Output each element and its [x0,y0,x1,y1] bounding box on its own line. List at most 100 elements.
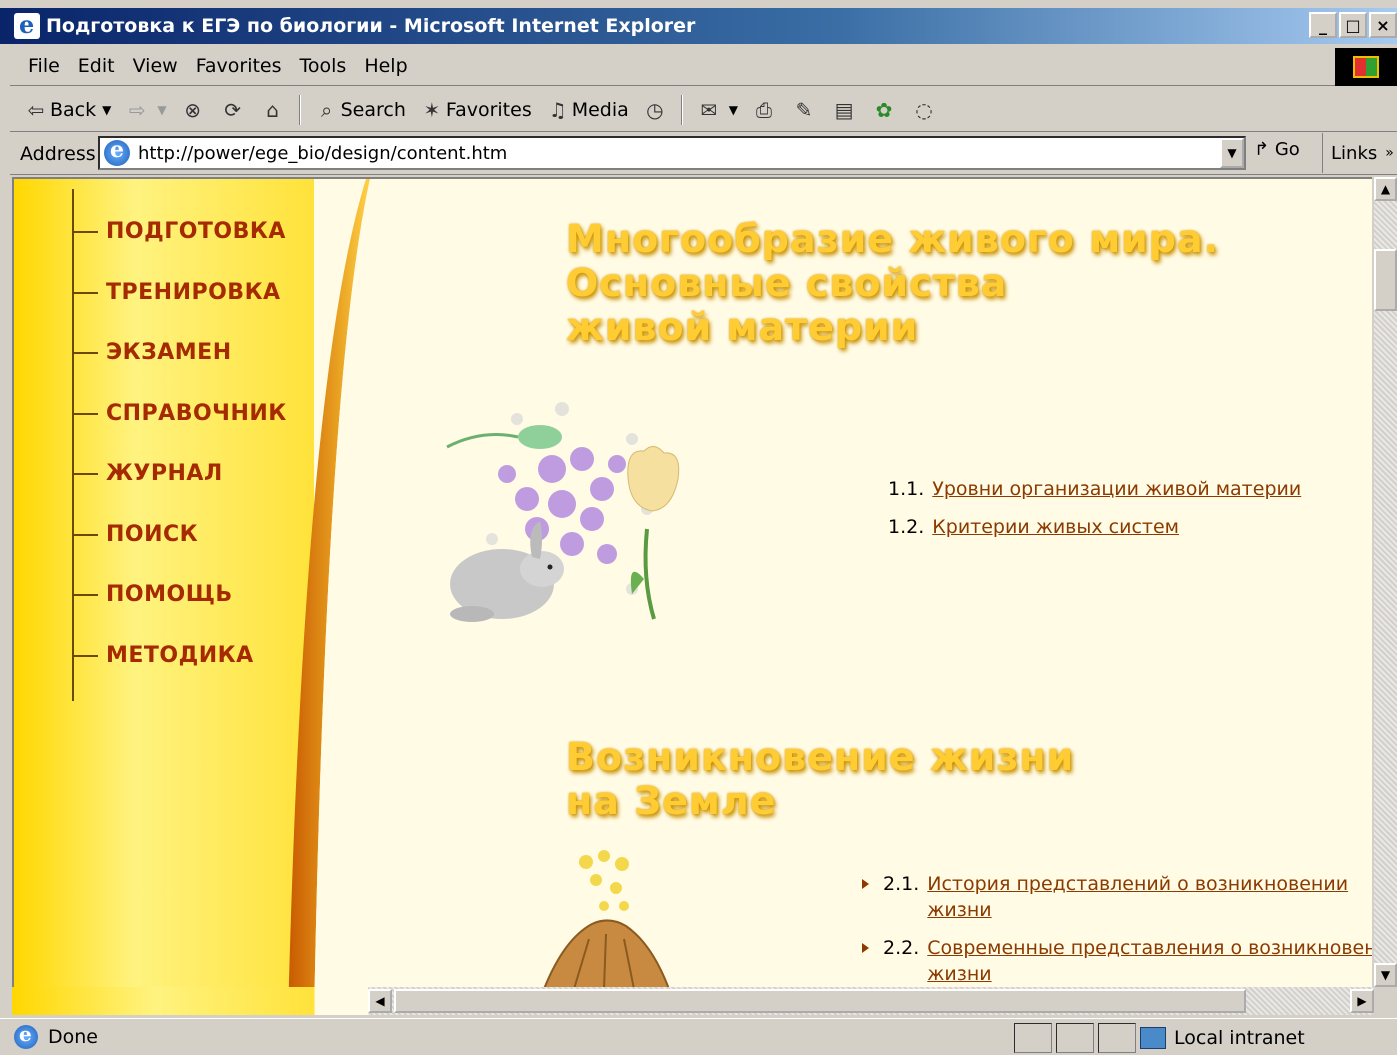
address-bar: Address http://power/ege_bio/design/cont… [10,133,1397,175]
bullet-icon [862,943,869,953]
status-text: Done [48,1026,98,1048]
refresh-icon: ⟳ [224,97,241,122]
window-title: Подготовка к ЕГЭ по биологии - Microsoft… [46,15,696,37]
status-panel [1056,1023,1094,1053]
search-icon: ⌕ [321,97,333,122]
bullet-icon [862,879,869,889]
horizontal-scroll-thumb[interactable] [394,989,1246,1013]
nav-item-spravochnik[interactable]: СПРАВОЧНИК [72,401,287,426]
scroll-left-icon[interactable]: ◀ [368,989,392,1013]
list-item: 2.2. Современные представления о возникн… [862,935,1372,987]
windows-logo-icon [1335,48,1397,86]
edit-button[interactable]: ✎ [792,98,818,122]
title-bar[interactable]: Подготовка к ЕГЭ по биологии - Microsoft… [0,8,1397,44]
sidebar-bottom [12,987,368,1015]
status-panel [1014,1023,1052,1053]
back-button[interactable]: ⇦ Back ▼ [24,97,112,122]
messenger-button[interactable]: ◌ [912,98,938,122]
address-url[interactable]: http://power/ege_bio/design/content.htm [138,143,507,164]
window-controls: _ □ × [1309,12,1397,38]
address-dropdown-icon[interactable]: ▼ [1220,138,1244,168]
topic-link-2-2[interactable]: Современные представления о возникновени… [927,937,1372,959]
nav-tree-line [72,189,74,701]
section1-list: 1.1. Уровни организации живой материи 1.… [888,476,1301,552]
go-arrow-icon: ↱ [1254,139,1270,160]
topic-link-1-1[interactable]: Уровни организации живой материи [932,476,1301,502]
favorites-star-icon: ✶ [423,97,441,122]
history-button[interactable]: ◷ [643,98,669,122]
stop-button[interactable]: ⊗ [181,98,207,122]
topic-link-2-1[interactable]: История представлений о возникновении [927,873,1348,895]
page-done-icon [14,1022,38,1049]
forward-arrow-icon: ⇨ [128,97,146,122]
icq-flower-icon: ✿ [875,97,893,122]
nav-item-podgotovka[interactable]: ПОДГОТОВКА [72,219,286,244]
vertical-scroll-thumb[interactable] [1374,249,1397,311]
nav-item-metodika[interactable]: МЕТОДИКА [72,643,254,668]
section2-title: Возникновение жизни на Земле [566,735,1075,823]
home-icon: ⌂ [266,97,279,122]
address-input[interactable]: http://power/ege_bio/design/content.htm … [98,136,1246,170]
section1-title: Многообразие живого мира. Основные свойс… [566,217,1220,349]
scroll-down-icon[interactable]: ▼ [1374,963,1397,987]
speech-bubble-icon: ◌ [915,97,933,122]
scroll-up-icon[interactable]: ▲ [1374,177,1397,201]
menu-help[interactable]: Help [364,53,407,79]
history-icon: ◷ [646,97,664,122]
stop-icon: ⊗ [184,97,201,122]
ie-icon [14,10,40,39]
document-icon: ▤ [834,97,854,122]
list-item: 1.2. Критерии живых систем [888,514,1179,540]
back-dropdown-icon[interactable]: ▼ [102,103,111,117]
page-content: ПОДГОТОВКА ТРЕНИРОВКА ЭКЗАМЕН СПРАВОЧНИК… [12,177,1372,987]
discuss-button[interactable]: ▤ [832,98,858,122]
forward-button[interactable]: ⇨ ▼ [125,97,167,122]
list-item: 2.1. История представлений о возникновен… [862,871,1372,923]
toolbar-separator [680,94,683,125]
favorites-button[interactable]: ✶ Favorites [420,98,532,122]
nav-item-ekzamen[interactable]: ЭКЗАМЕН [72,340,232,365]
printer-icon: ⎙ [756,97,773,122]
home-button[interactable]: ⌂ [261,98,287,122]
list-item: 1.1. Уровни организации живой материи [888,476,1302,502]
chevron-right-icon: » [1385,145,1394,161]
mail-button[interactable]: ✉ ▼ [697,98,738,122]
mail-dropdown-icon[interactable]: ▼ [729,103,738,117]
go-button[interactable]: ↱ Go [1254,139,1300,160]
mail-icon: ✉ [700,97,718,122]
edit-icon: ✎ [795,97,813,122]
horizontal-scrollbar[interactable]: ◀ ▶ [368,987,1374,1015]
topic-link-2-1-cont[interactable]: жизни [927,899,991,921]
menu-favorites[interactable]: Favorites [196,53,282,79]
topic-link-2-2-cont[interactable]: жизни [927,963,991,985]
toolbar: ⇦ Back ▼ ⇨ ▼ ⊗ ⟳ ⌂ ⌕ Search ✶ Favorites … [10,88,1397,132]
print-button[interactable]: ⎙ [752,98,778,122]
topic-link-1-2[interactable]: Критерии живых систем [932,514,1179,540]
nav-item-pomoshch[interactable]: ПОМОЩЬ [72,582,233,607]
menu-tools[interactable]: Tools [300,53,347,79]
nav-item-poisk[interactable]: ПОИСК [72,522,198,547]
vertical-scrollbar[interactable]: ▲ ▼ [1374,177,1397,987]
links-button[interactable]: Links » [1322,133,1394,173]
maximize-button[interactable]: □ [1339,12,1367,38]
menu-edit[interactable]: Edit [78,53,115,79]
scroll-right-icon[interactable]: ▶ [1350,989,1374,1013]
media-button[interactable]: ♫ Media [546,98,629,122]
toolbar-separator [298,94,301,125]
close-button[interactable]: × [1369,12,1397,38]
menu-file[interactable]: File [28,53,60,79]
nav-item-zhurnal[interactable]: ЖУРНАЛ [72,461,223,486]
minimize-button[interactable]: _ [1309,12,1337,38]
icq-button[interactable]: ✿ [872,98,898,122]
back-arrow-icon: ⇦ [27,97,45,122]
status-bar: Done Local intranet [0,1018,1397,1055]
volcano-illustration [543,850,670,987]
status-panel [1098,1023,1136,1053]
search-button[interactable]: ⌕ Search [315,98,406,122]
address-label: Address [20,142,96,165]
forward-dropdown-icon[interactable]: ▼ [157,103,166,117]
refresh-button[interactable]: ⟳ [221,98,247,122]
menu-view[interactable]: View [133,53,178,79]
nav-item-trenirovka[interactable]: ТРЕНИРОВКА [72,280,281,305]
page-icon [104,137,130,166]
